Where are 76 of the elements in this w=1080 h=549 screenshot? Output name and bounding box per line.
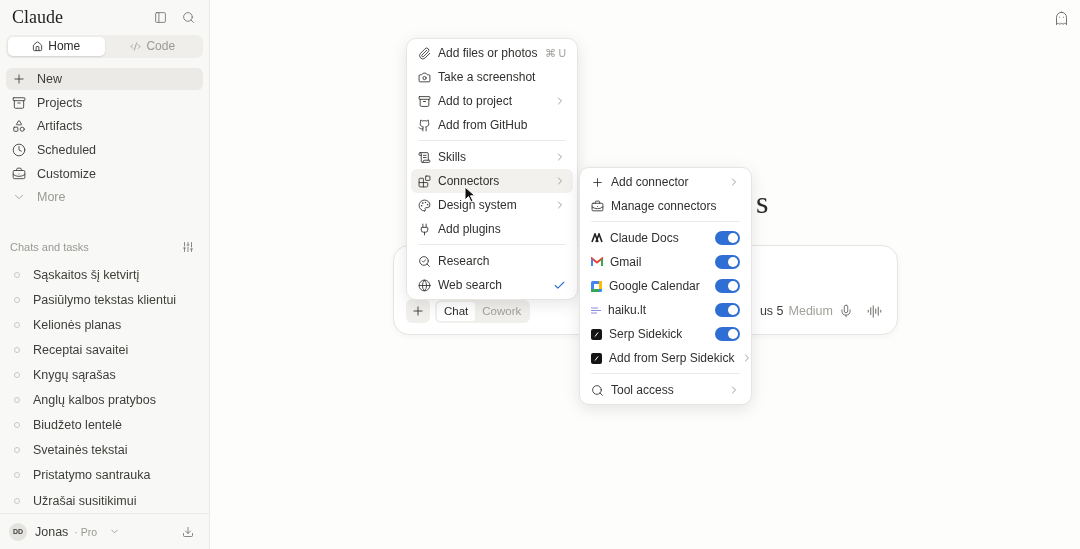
- plug-icon: [418, 222, 431, 236]
- chat-item[interactable]: Svetainės tekstai: [6, 437, 203, 463]
- chat-item[interactable]: Anglų kalbos pratybos: [6, 387, 203, 413]
- code-icon: [130, 40, 142, 52]
- menu-item[interactable]: Tool access: [584, 378, 747, 402]
- plan-label: · Pro: [74, 525, 98, 538]
- mode-option[interactable]: Chat: [437, 301, 476, 321]
- app-logo-icon: [591, 328, 602, 340]
- toggle-switch[interactable]: [715, 303, 740, 317]
- scroll-icon: [418, 150, 431, 164]
- menu-item[interactable]: Add to project: [411, 89, 573, 113]
- menu-item[interactable]: Take a screenshot: [411, 65, 573, 89]
- nav-item[interactable]: New: [6, 67, 203, 91]
- toggle-switch[interactable]: [715, 279, 740, 293]
- shapes-icon: [12, 119, 26, 134]
- chat-item[interactable]: Kelionės planas: [6, 312, 203, 338]
- user-name[interactable]: Jonas: [35, 524, 69, 539]
- globe-icon: [418, 278, 431, 292]
- home-icon: [32, 40, 44, 52]
- menu-item[interactable]: Add from Serp Sidekick: [584, 346, 747, 370]
- menu-item[interactable]: Web search: [411, 273, 573, 297]
- camera-icon: [418, 70, 431, 84]
- app-logo: Claude: [12, 6, 64, 28]
- menu-item[interactable]: Design system: [411, 193, 573, 217]
- model-selector[interactable]: us 5 Medium: [759, 304, 833, 318]
- menu-item[interactable]: Add from GitHub: [411, 113, 573, 137]
- palette-icon: [418, 198, 431, 212]
- menu-item[interactable]: Research: [411, 249, 573, 273]
- blocks-icon: [418, 174, 431, 188]
- menu-item[interactable]: Skills: [411, 145, 573, 169]
- research-icon: [418, 254, 431, 268]
- menu-item[interactable]: Add files or photos ⌘ U: [411, 41, 573, 65]
- audio-waves-icon[interactable]: [865, 302, 883, 320]
- toggle-switch[interactable]: [715, 255, 740, 269]
- menu-item[interactable]: Serp Sidekick: [584, 322, 747, 346]
- chat-item[interactable]: Užrašai susitikimui: [6, 487, 203, 514]
- menu-item[interactable]: Connectors: [411, 169, 573, 193]
- search-icon: [591, 383, 604, 397]
- plus-icon: [591, 175, 604, 189]
- heading-text: s: [756, 183, 769, 222]
- toolbox-icon: [591, 199, 604, 213]
- plus-icon: [12, 72, 26, 87]
- section-title: Chats and tasks: [10, 241, 89, 254]
- menu-item[interactable]: Google Calendar: [584, 274, 747, 298]
- add-button[interactable]: [406, 299, 430, 323]
- nav-item[interactable]: Projects: [6, 91, 203, 114]
- menu-item[interactable]: Gmail: [584, 250, 747, 274]
- menu-item[interactable]: Add plugins: [411, 217, 573, 241]
- chat-item[interactable]: Receptai savaitei: [6, 337, 203, 363]
- plus-icon: [411, 304, 425, 318]
- chat-item[interactable]: Pasiūlymo tekstas klientui: [6, 287, 203, 313]
- menu-item[interactable]: Manage connectors: [584, 194, 747, 218]
- docs-logo-icon: [591, 233, 603, 243]
- menu-item[interactable]: Claude Docs: [584, 226, 747, 250]
- lines-icon: [591, 306, 601, 314]
- mode-tab[interactable]: Home: [8, 36, 105, 56]
- nav-item[interactable]: Customize: [6, 162, 203, 185]
- menu-item[interactable]: Add connector: [584, 170, 747, 194]
- chat-item[interactable]: Knygų sąrašas: [6, 362, 203, 388]
- box-icon: [418, 94, 431, 108]
- toggle-switch[interactable]: [715, 327, 740, 341]
- chat-item[interactable]: Biudžeto lentelė: [6, 412, 203, 438]
- chat-item[interactable]: Sąskaitos šį ketvirtį: [6, 262, 203, 288]
- calendar-icon: [591, 280, 602, 292]
- github-icon: [418, 118, 431, 132]
- menu-item[interactable]: haiku.lt: [584, 298, 747, 322]
- chat-item[interactable]: Pristatymo santrauka: [6, 462, 203, 488]
- nav-item[interactable]: Scheduled: [6, 138, 203, 162]
- gmail-icon: [591, 257, 603, 267]
- toggle-switch[interactable]: [715, 231, 740, 245]
- app-logo-icon: [591, 352, 602, 364]
- nav-item[interactable]: Artifacts: [6, 115, 203, 138]
- paperclip-icon: [418, 46, 431, 60]
- box-icon: [12, 95, 26, 110]
- briefcase-icon: [12, 166, 26, 181]
- clock-icon: [12, 143, 26, 157]
